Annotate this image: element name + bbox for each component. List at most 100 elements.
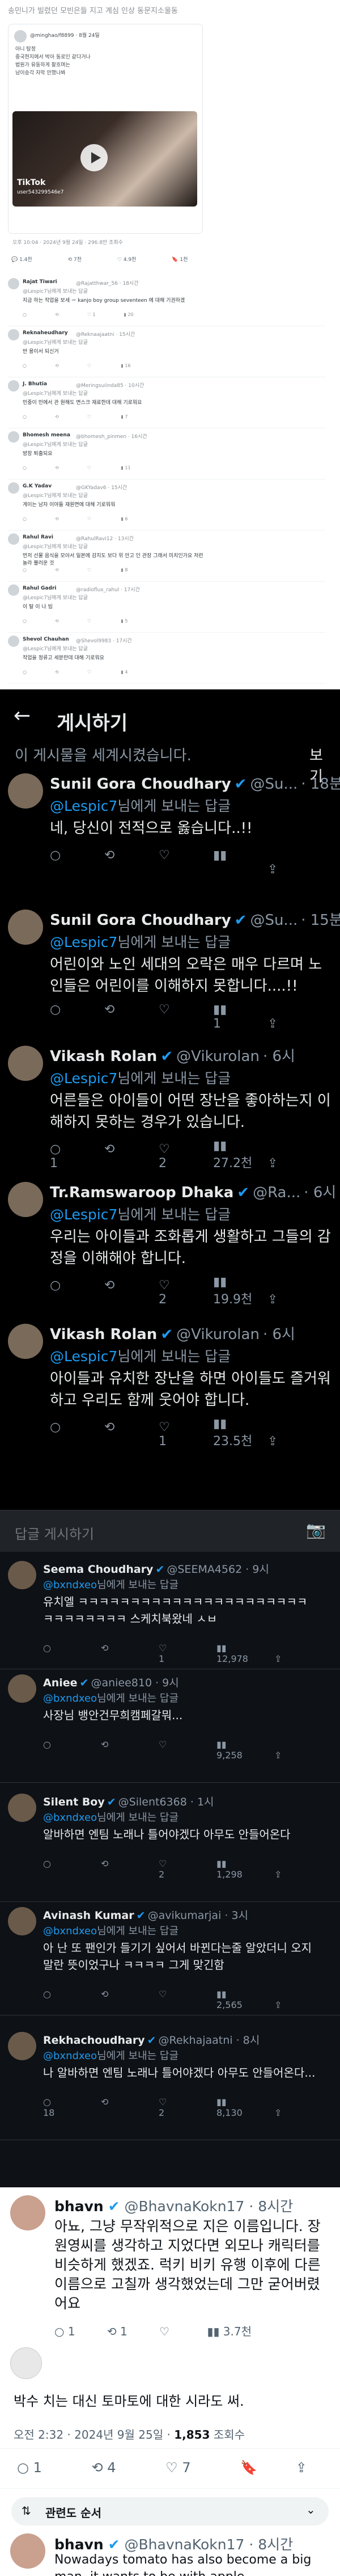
video-thumbnail[interactable]: TikTok user543299546e7 (12, 111, 197, 207)
like-group[interactable]: ♡ (159, 1989, 216, 2010)
like-icon[interactable]: ♡ (159, 1278, 213, 1293)
reply-group[interactable]: ○ (43, 1643, 101, 1664)
reply-icon[interactable]: ○ (50, 848, 104, 862)
like-icon[interactable]: ♡ (87, 312, 93, 317)
list-item[interactable]: Seema Choudhary ✔ @SEEMA4562 · 9시 @bxndxeo님… (0, 1558, 340, 1671)
avatar[interactable] (8, 278, 19, 289)
retweet-icon[interactable]: ⟲ (104, 1003, 159, 1017)
retweet-group[interactable]: ⟲ (104, 848, 159, 877)
compose-placeholder[interactable]: 답글 게시하기 (15, 1523, 94, 1543)
views-icon[interactable]: ▮▮ (207, 2325, 219, 2338)
retweet-icon[interactable]: ⟲ (55, 516, 59, 521)
reply-icon[interactable]: ○ (50, 1420, 104, 1434)
like-group[interactable]: ♡ 1 (159, 1643, 216, 1664)
like-group[interactable]: ♡ (159, 1739, 216, 1761)
like-icon[interactable]: ♡ (159, 1003, 213, 1017)
reply-icon[interactable]: ○ (50, 1278, 104, 1293)
retweet-group[interactable]: ⟲ (104, 1003, 159, 1031)
reply-group[interactable]: ○ (50, 1420, 104, 1449)
reply-icon[interactable]: ○ (23, 618, 27, 624)
retweet-icon[interactable]: ⟲ (104, 1142, 159, 1156)
reply-to-handle[interactable]: @Lespic7 (50, 1070, 117, 1087)
like-icon[interactable]: ♡ (117, 257, 122, 263)
share-icon[interactable]: ⇪ (274, 1869, 282, 1880)
reply-group[interactable]: ○ (50, 1003, 104, 1031)
like-group[interactable]: ♡ (159, 1003, 213, 1031)
retweet-group[interactable]: ⟲ (101, 1989, 159, 2010)
retweet-group[interactable]: ⟲ (101, 1858, 159, 1880)
retweet-icon[interactable]: ⟲ (55, 312, 59, 317)
like-icon[interactable]: ♡ (159, 2325, 169, 2338)
reply-group[interactable]: ○ 18 (43, 2097, 101, 2118)
avatar[interactable] (8, 635, 19, 647)
retweet-icon[interactable]: ⟲ (104, 1420, 159, 1434)
reply-icon[interactable]: ○ (50, 1142, 104, 1156)
list-item[interactable]: Vikash Rolan ✔ @Vikurolan · 6시 @Lespic7님에게 보… (0, 1041, 340, 1175)
reply-icon[interactable]: ○ (50, 1003, 104, 1017)
share-icon[interactable]: ⇪ (267, 1293, 278, 1307)
reply-to-handle[interactable]: @Lespic7 (50, 1348, 117, 1365)
reply-icon[interactable]: ○ (23, 465, 27, 470)
avatar[interactable] (8, 1182, 43, 1217)
views-group[interactable]: ▮▮ 19.9천 (213, 1275, 267, 1307)
list-item[interactable]: Sunil Gora Choudhary ✔ @Su... · 18분 @Lespic7… (0, 769, 340, 902)
like-icon[interactable]: ♡ (87, 465, 93, 470)
retweet-icon[interactable]: ⟲ (92, 2460, 103, 2476)
reply-to-handle[interactable]: @bxndxeo (43, 1925, 97, 1937)
views-group[interactable]: ▮▮ (213, 848, 267, 877)
like-group[interactable]: ♡ 2 (159, 2097, 216, 2118)
retweet-icon[interactable]: ⟲ (101, 1643, 159, 1653)
like-icon[interactable]: ♡ (87, 670, 93, 675)
views-icon[interactable]: ▮▮ (216, 1858, 274, 1869)
share-icon[interactable]: ⇪ (267, 1156, 278, 1171)
list-item[interactable]: J. Bhutia @Meringsuiinda85 · 10시간 @Lespic7… (8, 380, 325, 429)
avatar[interactable] (8, 1561, 36, 1589)
share-icon[interactable]: ⇪ (274, 1750, 282, 1761)
reply-group[interactable]: ○ (43, 1739, 101, 1761)
reply-to-handle[interactable]: @bxndxeo (43, 1812, 97, 1824)
list-item[interactable]: Bhomesh meena @bhomesh_pinmen · 16시간 @Lesp… (8, 431, 325, 480)
reply-icon[interactable]: ○ (43, 1739, 101, 1750)
retweet-group[interactable]: ⟲ (101, 1739, 159, 1761)
retweet-icon[interactable]: ⟲ (107, 2325, 117, 2338)
reply-icon[interactable]: ○ (43, 1989, 101, 2000)
sort-dropdown[interactable]: ⇅ 관련도 순서 ⌄ (11, 2497, 329, 2526)
avatar[interactable] (8, 533, 19, 545)
like-icon[interactable]: ♡ (87, 567, 93, 573)
like-group[interactable]: ♡ 2 (159, 1858, 216, 1880)
list-item[interactable]: Rahul Gadri @radioflux_rahul · 17시간 @Lespi… (8, 584, 325, 633)
share-icon[interactable]: ⇪ (274, 1653, 282, 1664)
retweet-icon[interactable]: ⟲ (55, 670, 59, 675)
views-group[interactable]: ▮▮ 2,565 (216, 1989, 274, 2010)
list-item[interactable]: G.K Yadav @GKYadav6 · 15시간 @Lespic7님에게 보내는… (8, 482, 325, 531)
share-icon[interactable]: ⇪ (267, 1434, 278, 1449)
retweet-group[interactable]: ⟲ (104, 1278, 159, 1307)
avatar[interactable] (8, 773, 43, 809)
like-group[interactable]: ♡ 2 (159, 1142, 213, 1171)
views-group[interactable]: ▮▮ 27.2천 (213, 1139, 267, 1171)
list-item[interactable]: Sunil Gora Choudhary ✔ @Su... · 15분 @Lespic7… (0, 905, 340, 1038)
play-icon[interactable] (80, 144, 108, 171)
back-arrow-icon[interactable]: ← (14, 704, 31, 727)
views-group[interactable]: ▮▮ 9,258 (216, 1739, 274, 1761)
retweet-icon[interactable]: ⟲ (55, 567, 59, 573)
retweet-icon[interactable]: ⟲ (101, 1989, 159, 2000)
reply-icon[interactable]: ○ (23, 670, 27, 675)
views-icon[interactable]: ▮▮ (216, 1643, 274, 1653)
reply-to-handle[interactable]: @Lespic7 (50, 1206, 117, 1223)
avatar[interactable] (8, 1674, 36, 1703)
like-icon[interactable]: ♡ (159, 1142, 213, 1156)
bookmark-icon[interactable]: 🔖 (172, 257, 178, 263)
reply-icon[interactable]: ○ (23, 312, 27, 317)
views-group[interactable]: ▮▮ 23.5천 (213, 1417, 267, 1449)
reply-icon[interactable]: ○ (23, 567, 27, 573)
retweet-icon[interactable]: ⟲ (101, 1739, 159, 1750)
avatar[interactable] (8, 380, 19, 392)
views-group[interactable]: ▮▮ 1,298 (216, 1858, 274, 1880)
like-icon[interactable]: ♡ (159, 1643, 216, 1653)
retweet-icon[interactable]: ⟲ (55, 618, 59, 624)
reply-to-handle[interactable]: @Lespic7 (50, 798, 117, 814)
like-group[interactable]: ♡ 2 (159, 1278, 213, 1307)
views-icon[interactable]: ▮▮ (213, 1139, 267, 1153)
reply-group[interactable]: ○ (43, 1858, 101, 1880)
